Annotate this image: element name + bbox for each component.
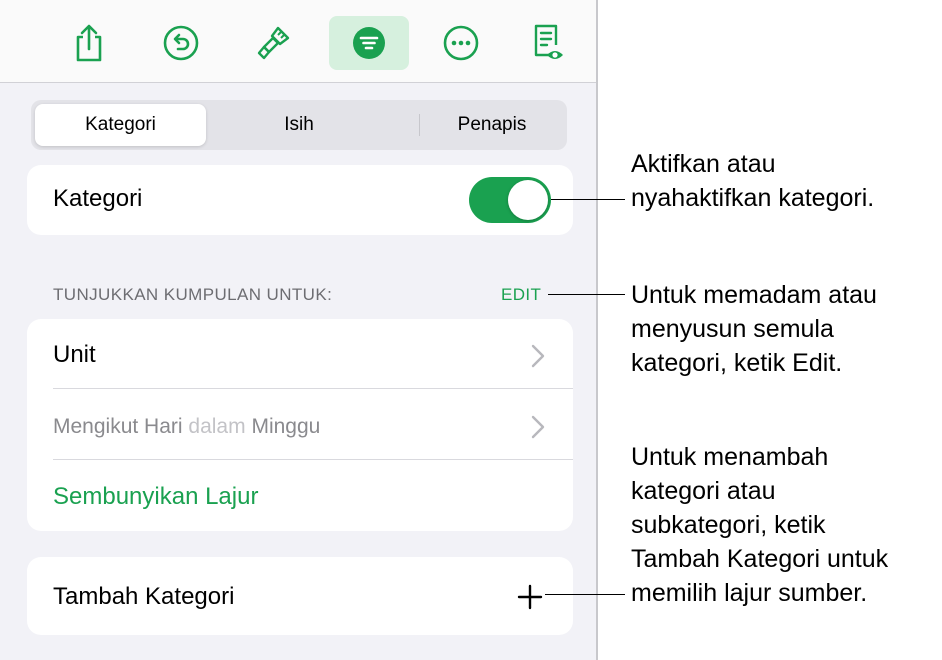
reader-view-icon [534, 24, 563, 59]
group-by-card: Unit Mengikut Hari dalam Minggu Sembunyi… [27, 319, 573, 531]
categories-toggle[interactable] [469, 177, 551, 223]
callout-leader-edit [548, 294, 625, 295]
tab-isih[interactable]: Isih [211, 104, 387, 146]
callout-line: Untuk memadam atau [631, 281, 877, 309]
chevron-right-icon [531, 344, 545, 368]
tab-penapis[interactable]: Penapis [421, 104, 563, 146]
callout-line: kategori atau [631, 477, 776, 505]
add-category-card[interactable]: Tambah Kategori [27, 557, 573, 635]
format-button[interactable] [234, 16, 314, 70]
callout-line: menyusun semula [631, 315, 834, 343]
tab-divider [419, 114, 420, 136]
group-row-day-of-week[interactable]: Mengikut Hari dalam Minggu [53, 415, 320, 439]
chevron-right-icon [531, 415, 545, 439]
callout-line: kategori, ketik Edit. [631, 349, 843, 377]
undo-icon [163, 25, 199, 61]
callout-line: Tambah Kategori untuk [631, 545, 889, 573]
row-separator [53, 459, 573, 460]
callout-line: Aktifkan atau [631, 150, 776, 178]
hide-column-button[interactable]: Sembunyikan Lajur [53, 483, 258, 511]
share-button[interactable] [49, 16, 129, 70]
callout-edit: Untuk memadam atau menyusun semula kateg… [631, 278, 877, 380]
callout-line: nyahaktifkan kategori. [631, 184, 875, 212]
day-of-week-connector: dalam [188, 415, 246, 438]
add-category-label: Tambah Kategori [53, 583, 235, 610]
paintbrush-icon [257, 26, 290, 60]
categories-toggle-card: Kategori [27, 165, 573, 235]
share-icon [76, 24, 102, 62]
day-of-week-unit: Minggu [251, 415, 321, 438]
day-of-week-label: Mengikut Hari [53, 415, 183, 438]
group-row-unit[interactable]: Unit [53, 341, 96, 369]
organize-icon [353, 27, 385, 59]
callout-line: memilih lajur sumber. [631, 579, 868, 607]
callout-line: subkategori, ketik [631, 511, 826, 539]
row-separator [53, 388, 573, 389]
edit-button[interactable]: EDIT [501, 285, 541, 305]
toolbar [0, 0, 596, 83]
more-button[interactable] [421, 16, 501, 70]
callout-leader-add [545, 594, 625, 595]
reader-view-button[interactable] [508, 16, 588, 70]
plus-icon[interactable] [517, 584, 543, 610]
undo-button[interactable] [141, 16, 221, 70]
callout-leader-toggle [551, 199, 625, 200]
inspector-panel: Kategori Isih Penapis Kategori TUNJUKKAN… [0, 0, 598, 660]
toggle-knob [508, 180, 548, 220]
callout-toggle: Aktifkan atau nyahaktifkan kategori. [631, 147, 874, 215]
more-icon [443, 25, 479, 61]
group-section-header: TUNJUKKAN KUMPULAN UNTUK: [53, 285, 333, 304]
tab-bar: Kategori Isih Penapis [31, 100, 567, 150]
callout-add: Untuk menambah kategori atau subkategori… [631, 440, 888, 610]
organize-button[interactable] [329, 16, 409, 70]
callout-line: Untuk menambah [631, 443, 829, 471]
categories-toggle-label: Kategori [53, 185, 143, 212]
tab-kategori[interactable]: Kategori [35, 104, 206, 146]
